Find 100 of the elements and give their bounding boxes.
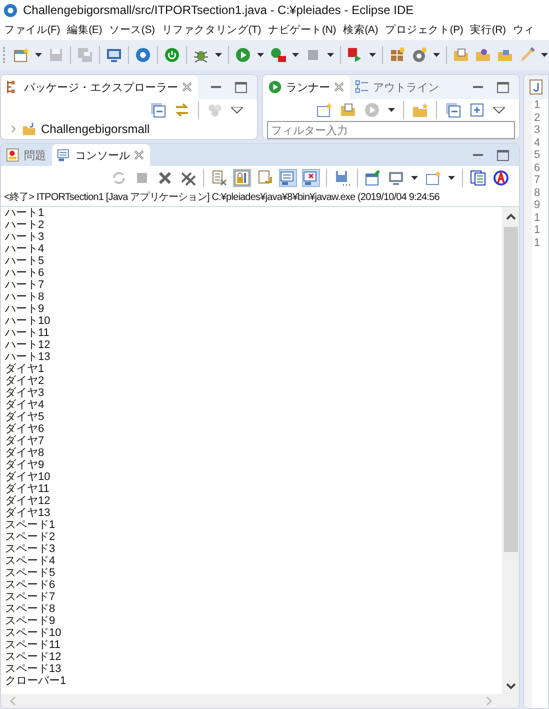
power-icon[interactable] bbox=[164, 47, 180, 63]
line-number: 1 bbox=[534, 224, 540, 236]
menu-item[interactable]: ナビゲート(N) bbox=[268, 23, 336, 37]
view-menu-icon[interactable] bbox=[231, 106, 243, 114]
scroll-up-icon[interactable] bbox=[506, 213, 516, 221]
close-icon[interactable] bbox=[334, 82, 344, 92]
panel-tab[interactable]: 問題 bbox=[1, 144, 52, 166]
dropdown-caret-icon[interactable] bbox=[215, 53, 222, 57]
expand-icon[interactable] bbox=[11, 125, 17, 133]
dropdown-caret-icon[interactable] bbox=[369, 53, 376, 57]
console-line: ハート6 bbox=[5, 267, 46, 279]
run-config-icon[interactable] bbox=[270, 47, 286, 63]
menu-item[interactable]: 編集(E) bbox=[67, 23, 102, 37]
dropdown-caret-icon[interactable] bbox=[448, 176, 455, 180]
maximize-icon[interactable] bbox=[497, 150, 509, 160]
letter-icon[interactable] bbox=[493, 170, 509, 186]
run-icon bbox=[268, 80, 282, 94]
expand-all-icon[interactable] bbox=[469, 102, 485, 118]
line-number: 3 bbox=[534, 124, 540, 136]
monitor-icon[interactable] bbox=[106, 47, 122, 63]
console-line: スペード4 bbox=[5, 555, 56, 567]
new-window-icon[interactable] bbox=[13, 47, 29, 63]
dropdown-caret-icon[interactable] bbox=[327, 53, 334, 57]
launch-icon[interactable] bbox=[347, 47, 363, 63]
scrollbar-thumb[interactable] bbox=[504, 227, 518, 552]
menu-item[interactable]: リファクタリング(T) bbox=[162, 23, 262, 37]
new-console-icon[interactable] bbox=[425, 170, 441, 186]
console-line: ハート3 bbox=[5, 231, 46, 243]
console-line: ダイヤ8 bbox=[5, 447, 46, 459]
open-folder-icon[interactable] bbox=[453, 47, 469, 63]
console-line: ダイヤ3 bbox=[5, 387, 46, 399]
panel-tab[interactable]: アウトライン bbox=[350, 75, 445, 99]
dropdown-caret-icon[interactable] bbox=[541, 53, 548, 57]
line-number: 9 bbox=[534, 199, 540, 212]
dropdown-caret-icon[interactable] bbox=[388, 108, 395, 112]
remove-icon[interactable] bbox=[157, 170, 173, 186]
line-number: 8 bbox=[534, 186, 540, 199]
panel-tab[interactable]: コンソール bbox=[52, 144, 150, 166]
collapse-all-icon[interactable] bbox=[445, 102, 461, 118]
menu-item[interactable]: 実行(R) bbox=[470, 23, 506, 37]
problems-icon bbox=[6, 148, 20, 162]
collapse-all-icon[interactable] bbox=[150, 102, 166, 118]
line-number: 1 bbox=[534, 212, 540, 224]
scroll-down-icon[interactable] bbox=[506, 682, 516, 690]
dropdown-caret-icon[interactable] bbox=[411, 176, 418, 180]
menu-item[interactable]: 検索(A) bbox=[343, 23, 378, 37]
run-icon[interactable] bbox=[235, 47, 251, 63]
folder-icon[interactable] bbox=[497, 47, 513, 63]
console-status-text: <終了> ITPORTsection1 [Java アプリケーション] C:¥pleiades¥java¥8¥bin¥javaw.exe (2019/10/04 9:24:56 bbox=[3, 190, 440, 205]
maximize-icon[interactable] bbox=[235, 82, 247, 92]
panel-tab[interactable]: パッケージ・エクスプローラー bbox=[1, 75, 198, 99]
console-line: ハート12 bbox=[5, 339, 52, 351]
link-icon[interactable] bbox=[174, 102, 190, 118]
pen-icon[interactable] bbox=[519, 47, 535, 63]
maximize-icon[interactable] bbox=[497, 82, 509, 92]
dropdown-caret-icon[interactable] bbox=[257, 53, 264, 57]
console-line: ハート4 bbox=[5, 243, 46, 255]
console-line: スペード6 bbox=[5, 579, 56, 591]
dropdown-caret-icon[interactable] bbox=[433, 53, 440, 57]
console-output-icon[interactable] bbox=[280, 170, 296, 186]
menu-item[interactable]: ウィ bbox=[512, 23, 534, 37]
console-line: スペード12 bbox=[5, 651, 62, 663]
close-icon[interactable] bbox=[182, 82, 192, 92]
open-folder-icon[interactable] bbox=[340, 102, 356, 118]
console-line: ハート10 bbox=[5, 315, 52, 327]
dropdown-caret-icon[interactable] bbox=[35, 53, 42, 57]
tree-item[interactable]: Challengebigorsmall bbox=[1, 121, 257, 137]
filter-field[interactable]: フィルター入力 bbox=[267, 121, 515, 139]
console-line: ハート1 bbox=[5, 207, 46, 219]
clear-console-icon[interactable] bbox=[211, 170, 227, 186]
console-line: スペード5 bbox=[5, 567, 56, 579]
console-line: スペード11 bbox=[5, 639, 62, 651]
remove-all-icon[interactable] bbox=[180, 170, 196, 186]
scroll-lock-icon[interactable] bbox=[234, 170, 250, 186]
document-icon[interactable] bbox=[470, 170, 486, 186]
console-line: ダイヤ6 bbox=[5, 423, 46, 435]
console-line: ダイヤ2 bbox=[5, 375, 46, 387]
console-line: スペード1 bbox=[5, 519, 56, 531]
save-icon[interactable] bbox=[334, 170, 350, 186]
menu-item[interactable]: ソース(S) bbox=[109, 23, 155, 37]
line-number: 5 bbox=[534, 149, 540, 162]
close-icon[interactable] bbox=[134, 150, 144, 160]
menu-item[interactable]: プロジェクト(P) bbox=[385, 23, 464, 37]
console-line: ハート8 bbox=[5, 291, 46, 303]
console-line: ハート7 bbox=[5, 279, 46, 291]
grid-icon[interactable] bbox=[389, 47, 405, 63]
dropdown-caret-icon[interactable] bbox=[292, 53, 299, 57]
new-window-icon[interactable] bbox=[316, 102, 332, 118]
console-line: ハート11 bbox=[5, 327, 50, 339]
java-file-icon[interactable] bbox=[528, 79, 544, 95]
console-error-icon[interactable] bbox=[303, 170, 319, 186]
line-number: 6 bbox=[534, 162, 540, 174]
console-icon[interactable] bbox=[388, 170, 404, 186]
view-menu-icon[interactable] bbox=[493, 106, 505, 114]
folder-icon[interactable] bbox=[475, 47, 491, 63]
console-line: スペード3 bbox=[5, 543, 56, 555]
panel-tab[interactable]: ランナー bbox=[263, 75, 350, 99]
console-line: スペード2 bbox=[5, 531, 56, 543]
pin-icon[interactable] bbox=[365, 170, 381, 186]
menu-item[interactable]: ファイル(F) bbox=[4, 23, 60, 37]
